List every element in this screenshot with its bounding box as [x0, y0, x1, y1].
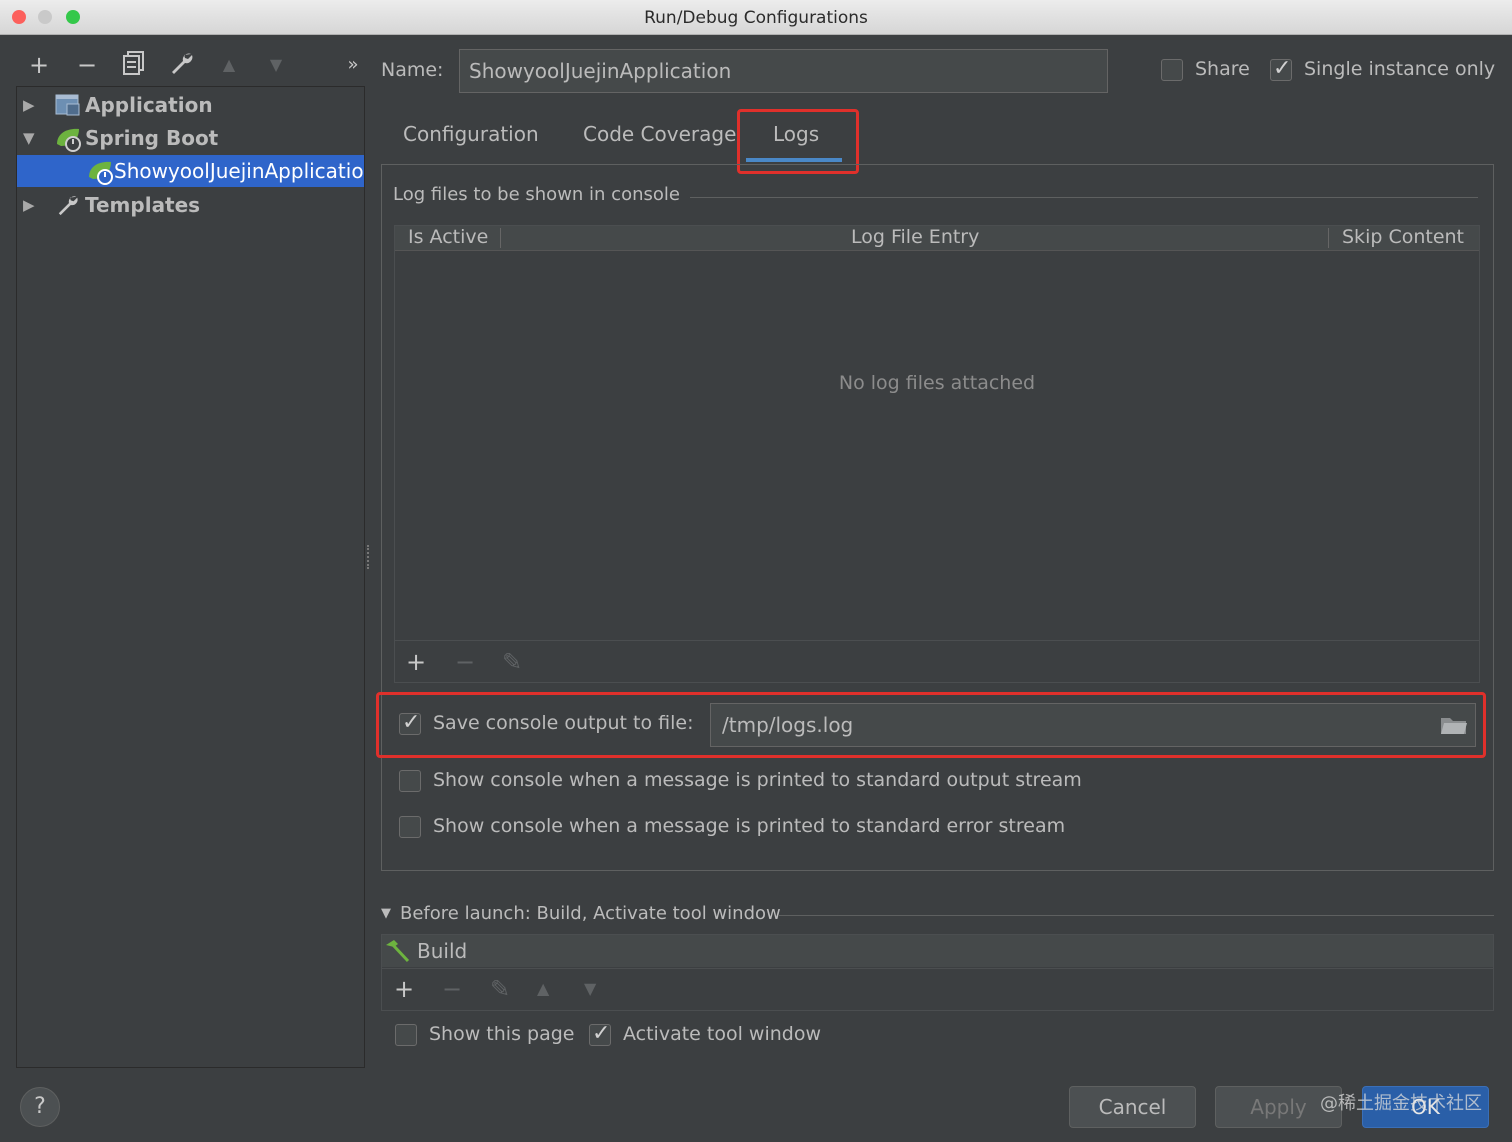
- expand-arrow-icon[interactable]: ▶: [23, 189, 39, 221]
- tree-item-application[interactable]: ▶ Application: [17, 89, 364, 121]
- save-output-highlight: [376, 692, 1486, 758]
- empty-table-message: No log files attached: [838, 372, 1036, 394]
- name-input[interactable]: ShowyoolJuejinApplication: [459, 49, 1108, 93]
- section-separator: [690, 197, 1478, 198]
- activate-tool-window-label: Activate tool window: [623, 1023, 822, 1045]
- application-icon: [55, 93, 81, 117]
- spring-boot-icon: [55, 126, 81, 152]
- tree-item-label: Application: [85, 93, 213, 117]
- edit-log-button[interactable]: ✎: [502, 648, 522, 676]
- tree-item-label: Spring Boot: [85, 126, 219, 150]
- before-launch-title[interactable]: Before launch: Build, Activate tool wind…: [400, 903, 781, 924]
- column-divider: [1328, 228, 1329, 248]
- tree-item-label: Templates: [85, 193, 201, 217]
- column-log-file-entry[interactable]: Log File Entry: [851, 226, 979, 250]
- show-console-stdout-checkbox[interactable]: [399, 770, 421, 792]
- share-label: Share: [1195, 58, 1250, 80]
- list-toolbar-separator: [382, 968, 1493, 969]
- move-down-button[interactable]: ▼: [261, 50, 291, 80]
- copy-configuration-button[interactable]: [119, 50, 149, 80]
- tree-item-label: ShowyoolJuejinApplication: [114, 159, 364, 183]
- table-toolbar-separator: [395, 640, 1479, 641]
- tree-item-spring-boot[interactable]: ▼ Spring Boot: [17, 122, 364, 154]
- tab-code-coverage[interactable]: Code Coverage: [583, 122, 736, 146]
- wrench-icon: [55, 193, 81, 217]
- show-console-stderr-checkbox[interactable]: [399, 816, 421, 838]
- wrench-icon: [172, 53, 193, 74]
- help-button[interactable]: ?: [20, 1087, 60, 1127]
- spring-boot-app-icon: [87, 159, 113, 185]
- collapse-arrow-icon[interactable]: ▼: [23, 122, 39, 154]
- column-divider: [500, 228, 501, 248]
- single-instance-label: Single instance only: [1304, 58, 1496, 80]
- show-this-page-checkbox[interactable]: [395, 1024, 417, 1046]
- remove-log-button[interactable]: −: [455, 648, 475, 676]
- edit-task-button[interactable]: ✎: [490, 975, 510, 1003]
- tree-item-showyool-juejin-application[interactable]: ShowyoolJuejinApplication: [17, 155, 364, 187]
- move-task-up-button[interactable]: ▲: [537, 975, 549, 1003]
- remove-configuration-button[interactable]: −: [72, 50, 102, 80]
- name-label: Name:: [381, 59, 444, 81]
- log-files-table[interactable]: [394, 225, 1480, 683]
- tree-item-templates[interactable]: ▶ Templates: [17, 189, 364, 221]
- cancel-button[interactable]: Cancel: [1069, 1086, 1196, 1128]
- single-instance-checkbox[interactable]: [1270, 56, 1292, 81]
- column-skip-content[interactable]: Skip Content: [1342, 226, 1464, 250]
- add-log-button[interactable]: +: [406, 648, 426, 676]
- show-this-page-label: Show this page: [429, 1023, 575, 1045]
- splitter-handle[interactable]: [367, 545, 373, 569]
- edit-templates-button[interactable]: [167, 50, 197, 80]
- add-task-button[interactable]: +: [394, 975, 414, 1003]
- section-separator: [778, 915, 1494, 916]
- log-files-section-title: Log files to be shown in console: [393, 184, 680, 205]
- column-is-active[interactable]: Is Active: [408, 226, 488, 250]
- before-launch-item-label: Build: [417, 939, 468, 963]
- configuration-tree[interactable]: ▶ Application ▼ Spring Boot ShowyoolJuej…: [16, 86, 365, 1068]
- share-checkbox[interactable]: [1161, 59, 1183, 81]
- move-up-button[interactable]: ▲: [214, 50, 244, 80]
- before-launch-item-build[interactable]: [382, 935, 1493, 967]
- window-title-bar: Run/Debug Configurations: [0, 0, 1512, 35]
- show-console-stderr-label: Show console when a message is printed t…: [433, 815, 1066, 837]
- hammer-icon: [384, 939, 410, 967]
- show-console-stdout-label: Show console when a message is printed t…: [433, 769, 1082, 791]
- more-actions-button[interactable]: »: [338, 50, 368, 80]
- tab-configuration[interactable]: Configuration: [403, 122, 539, 146]
- collapse-triangle-icon[interactable]: ▼: [381, 906, 391, 921]
- expand-arrow-icon[interactable]: ▶: [23, 89, 39, 121]
- move-task-down-button[interactable]: ▼: [584, 975, 596, 1003]
- add-configuration-button[interactable]: +: [24, 50, 54, 80]
- remove-task-button[interactable]: −: [442, 975, 462, 1003]
- activate-tool-window-checkbox[interactable]: [589, 1021, 611, 1046]
- copy-icon: [123, 51, 144, 75]
- watermark: @稀土掘金技术社区: [1320, 1093, 1482, 1114]
- window-title: Run/Debug Configurations: [644, 8, 868, 28]
